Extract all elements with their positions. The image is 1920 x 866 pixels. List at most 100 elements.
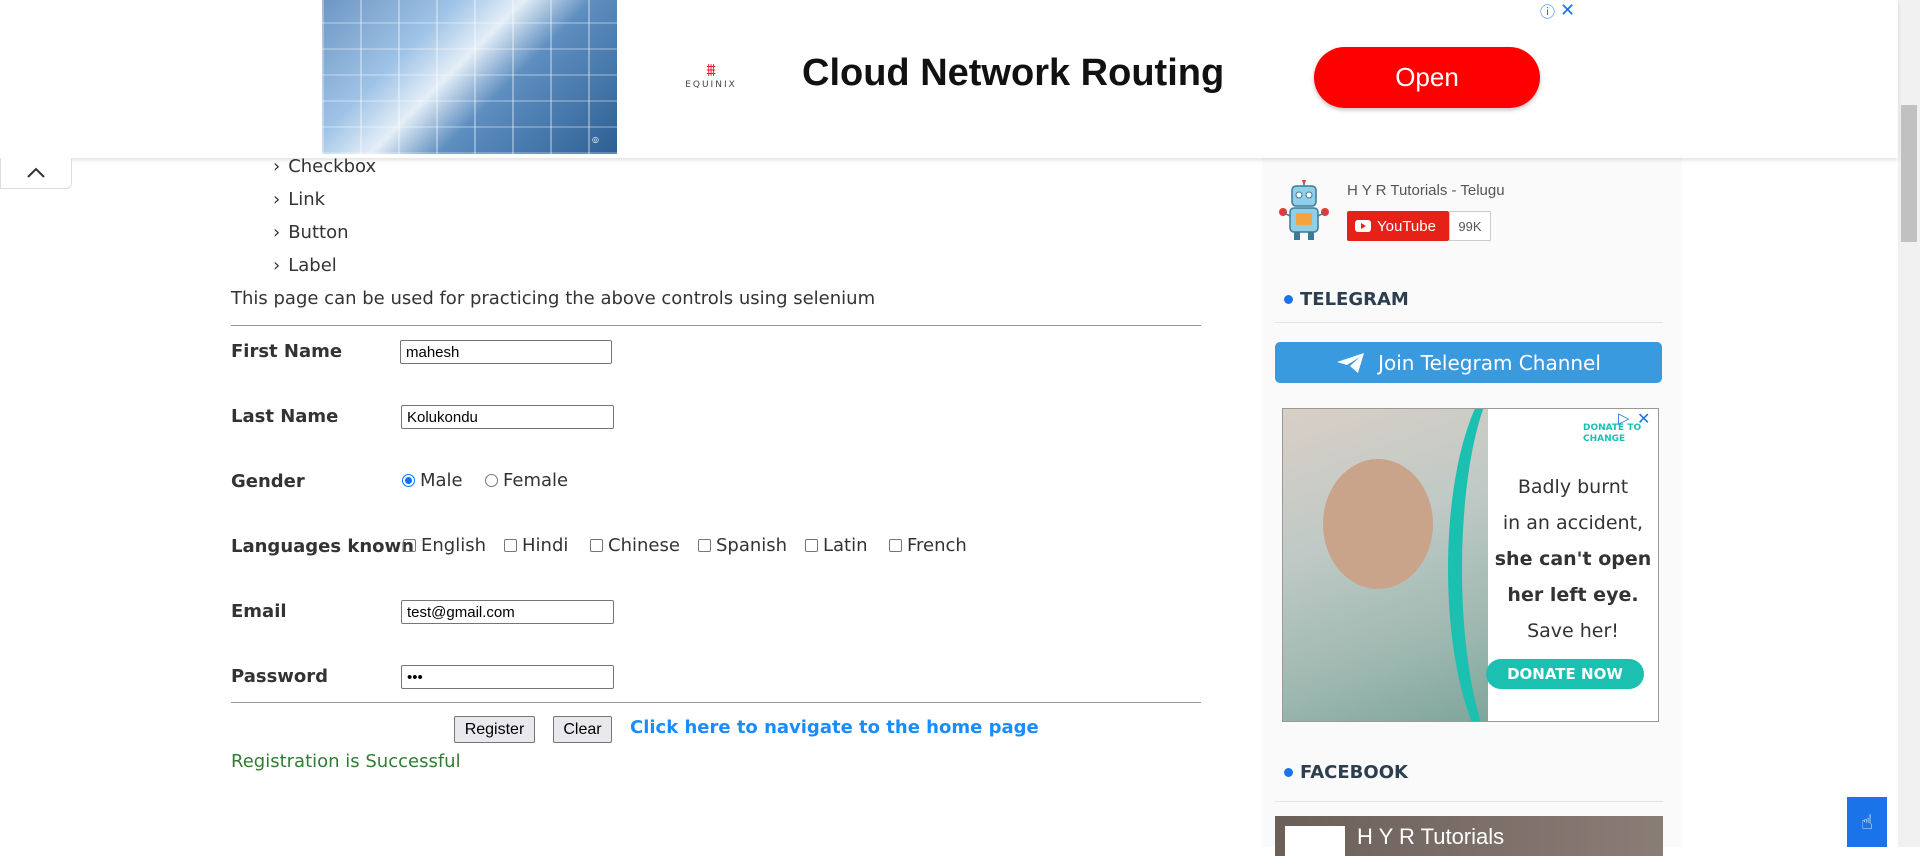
latin-label: Latin: [823, 535, 868, 556]
ad-child-face: [1323, 459, 1433, 589]
bullet-dot-icon: [1284, 768, 1293, 777]
male-label: Male: [420, 470, 463, 491]
ad-image-pattern: [322, 0, 617, 154]
ad-message: Badly burnt in an accident, she can't op…: [1488, 469, 1658, 649]
gender-label: Gender: [231, 471, 305, 492]
english-label: English: [421, 535, 486, 556]
telegram-heading-text: TELEGRAM: [1300, 289, 1409, 310]
youtube-channel-name[interactable]: H Y R Tutorials - Telugu: [1347, 182, 1505, 199]
equinix-logo: ⩩ EQUINIX: [680, 60, 742, 91]
male-radio[interactable]: [402, 474, 415, 487]
equinix-logo-mark: ⩩: [706, 60, 716, 81]
ad-text-line: in an accident,: [1502, 512, 1644, 534]
language-chinese-option[interactable]: Chinese: [590, 535, 680, 556]
first-name-label: First Name: [231, 341, 343, 362]
chevron-up-icon: [27, 167, 45, 178]
english-checkbox[interactable]: [403, 539, 416, 552]
list-item[interactable]: › Link: [273, 183, 376, 216]
top-ad-banner: ◎ ⩩ EQUINIX Cloud Network Routing Open ⓘ…: [0, 0, 1898, 158]
ad-brand-line: CHANGE: [1583, 434, 1626, 444]
controls-list: › Checkbox › Link › Button › Label: [273, 150, 376, 282]
hand-pointer-icon: ☝: [1860, 810, 1874, 834]
youtube-button-label: YouTube: [1377, 217, 1436, 235]
page-logo: [1285, 826, 1345, 866]
home-page-link[interactable]: Click here to navigate to the home page: [630, 717, 1039, 738]
page-description: This page can be used for practicing the…: [231, 288, 876, 309]
ad-building-image: ◎: [322, 0, 617, 154]
ad-headline: Cloud Network Routing: [802, 52, 1225, 94]
scrollbar-thumb[interactable]: [1901, 105, 1917, 242]
facebook-page-name: H Y R Tutorials: [1357, 824, 1505, 849]
donation-ad[interactable]: DONATE TO CHANGE ▷ ✕ Badly burnt in an a…: [1282, 408, 1659, 722]
gender-female-option[interactable]: Female: [485, 470, 568, 491]
youtube-subscribe-button[interactable]: YouTube: [1347, 211, 1449, 241]
facebook-heading-text: FACEBOOK: [1300, 762, 1408, 783]
join-telegram-button[interactable]: Join Telegram Channel: [1275, 342, 1662, 383]
ad-text-line: she can't open: [1494, 548, 1652, 570]
close-icon[interactable]: ✕: [1637, 409, 1650, 428]
latin-checkbox[interactable]: [805, 539, 818, 552]
telegram-paper-plane-icon: [1337, 352, 1365, 373]
info-icon[interactable]: ⓘ: [1540, 1, 1555, 22]
password-input[interactable]: [401, 665, 614, 689]
divider: [1275, 801, 1663, 802]
spanish-label: Spanish: [716, 535, 788, 556]
equinix-wordmark: EQUINIX: [685, 80, 737, 90]
chevron-right-icon: ›: [273, 255, 281, 276]
register-button[interactable]: Register: [454, 716, 535, 743]
list-item[interactable]: › Button: [273, 216, 376, 249]
spanish-checkbox[interactable]: [698, 539, 711, 552]
close-icon[interactable]: ✕: [1560, 0, 1575, 21]
language-hindi-option[interactable]: Hindi: [504, 535, 568, 556]
ad-choices-icon[interactable]: ▷: [1618, 409, 1630, 427]
divider: [231, 325, 1201, 326]
language-english-option[interactable]: English: [403, 535, 486, 556]
ad-image-logo: ◎: [592, 135, 599, 144]
success-message: Registration is Successful: [231, 751, 461, 772]
french-label: French: [907, 535, 967, 556]
languages-label: Languages known: [231, 536, 414, 557]
ad-brand: DONATE TO CHANGE: [1583, 423, 1641, 445]
ad-text-line: Badly burnt: [1517, 476, 1629, 498]
first-name-input[interactable]: [400, 340, 612, 364]
french-checkbox[interactable]: [889, 539, 902, 552]
hindi-label: Hindi: [522, 535, 569, 556]
language-latin-option[interactable]: Latin: [805, 535, 868, 556]
ad-frame[interactable]: ◎ ⩩ EQUINIX Cloud Network Routing Open ⓘ…: [322, 0, 1577, 154]
hindi-checkbox[interactable]: [504, 539, 517, 552]
clear-button[interactable]: Clear: [553, 716, 612, 743]
bullet-dot-icon: [1284, 295, 1293, 304]
collapse-ad-button[interactable]: [0, 158, 72, 189]
ad-text-line: her left eye.: [1507, 584, 1639, 606]
gender-male-option[interactable]: Male: [402, 470, 463, 491]
facebook-page-widget[interactable]: H Y R Tutorials: [1275, 816, 1663, 866]
ad-open-button[interactable]: Open: [1314, 47, 1540, 108]
female-label: Female: [503, 470, 569, 491]
language-french-option[interactable]: French: [889, 535, 967, 556]
chinese-label: Chinese: [608, 535, 680, 556]
female-radio[interactable]: [485, 474, 498, 487]
list-item-label: Label: [288, 255, 337, 276]
language-spanish-option[interactable]: Spanish: [698, 535, 787, 556]
chinese-checkbox[interactable]: [590, 539, 603, 552]
list-item[interactable]: › Label: [273, 249, 376, 282]
list-item-label: Link: [288, 189, 326, 210]
divider: [1275, 322, 1663, 323]
chevron-right-icon: ›: [273, 222, 281, 243]
email-input[interactable]: [401, 600, 614, 624]
password-label: Password: [231, 666, 329, 687]
youtube-play-icon: [1355, 220, 1371, 232]
divider: [231, 702, 1201, 703]
robot-avatar-icon: [1279, 180, 1329, 240]
floating-action-button[interactable]: ☝: [1847, 797, 1887, 847]
facebook-heading: FACEBOOK: [1284, 762, 1408, 783]
last-name-input[interactable]: [401, 405, 614, 429]
donate-now-button[interactable]: DONATE NOW: [1486, 659, 1644, 689]
email-label: Email: [231, 601, 287, 622]
ad-text-line: Save her!: [1527, 620, 1619, 642]
telegram-heading: TELEGRAM: [1284, 289, 1409, 310]
last-name-label: Last Name: [231, 406, 339, 427]
ad-brand-line: DONATE TO: [1583, 423, 1642, 433]
list-item-label: Button: [288, 222, 349, 243]
subscriber-count: 99K: [1449, 211, 1491, 241]
